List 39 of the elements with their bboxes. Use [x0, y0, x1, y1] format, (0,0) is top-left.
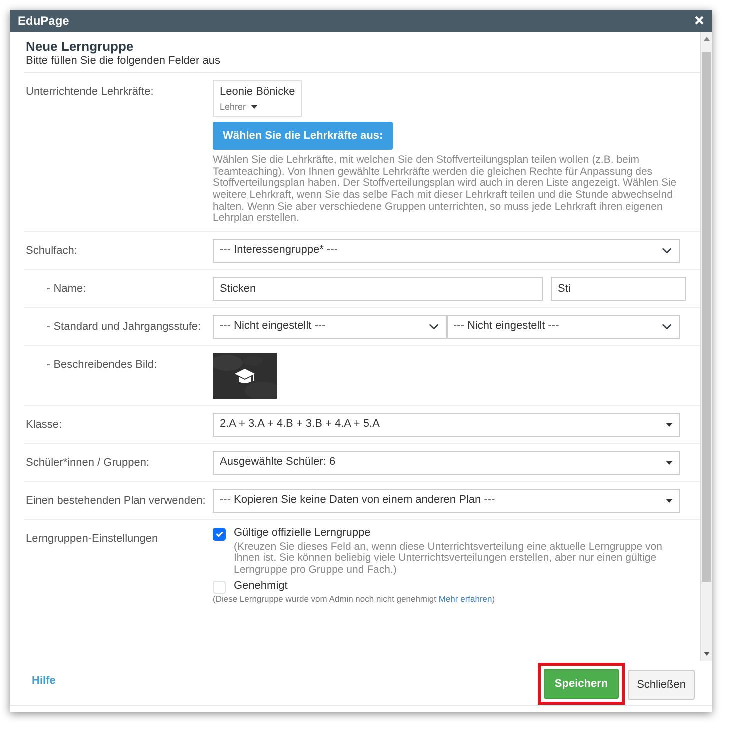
text-field[interactable]: Sti — [551, 276, 686, 301]
field-label: Unterrichtende Lehrkräfte: — [26, 85, 155, 100]
caret-icon — [251, 105, 258, 110]
field-label: Lerngruppen-Einstellungen — [26, 532, 160, 547]
dropdown-field[interactable]: --- Kopieren Sie keine Daten von einem anderen Plan --- — [213, 488, 680, 513]
field-label: - Beschreibendes Bild: — [46, 358, 158, 373]
scrollbar[interactable] — [700, 32, 712, 660]
teacher-name: Leonie Bönicke — [220, 85, 296, 100]
teacher-card[interactable]: Leonie Bönicke Lehrer — [213, 80, 302, 117]
select-field[interactable]: --- Nicht eingestellt --- — [446, 314, 680, 339]
scroll-down-icon[interactable] — [704, 650, 710, 656]
window-title: EduPage — [18, 12, 70, 30]
field-label: Schüler*innen / Gruppen: — [26, 456, 151, 471]
select-field[interactable]: --- Nicht eingestellt --- — [213, 314, 446, 339]
dropdown-field[interactable]: Ausgewählte Schüler: 6 — [213, 450, 680, 475]
field-label: - Name: — [46, 282, 88, 297]
close-icon[interactable] — [695, 16, 704, 26]
scroll-up-icon[interactable] — [704, 36, 710, 42]
learn-more-link[interactable]: Mehr erfahren — [438, 594, 492, 604]
dropdown-field[interactable]: 2.A + 3.A + 4.B + 3.B + 4.A + 5.A — [213, 412, 680, 437]
close-button[interactable]: Schließen — [628, 670, 695, 700]
caret-icon — [666, 460, 673, 465]
role-dropdown[interactable]: Lehrer — [220, 102, 258, 114]
option-label: Genehmigt — [234, 580, 288, 594]
text-field[interactable]: Sticken — [213, 276, 543, 301]
dialog-heading: Neue Lerngruppe — [26, 40, 135, 55]
note-text: (Kreuzen Sie dieses Feld an, wenn diese Unterrichtsverteilung eine aktuelle Lerngruppe von Ihnen ist. Sie können beliebig viele Unterrichtsverteilungen erstellen, aber nur einen gültige Lerngruppe pro Gruppe und Fach.) — [233, 542, 664, 576]
checkbox[interactable] — [213, 528, 226, 541]
field-label: Schulfach: — [26, 244, 78, 259]
field-label: Einen bestehenden Plan verwenden: — [26, 494, 207, 509]
field-label: - Standard und Jahrgangsstufe: — [46, 320, 202, 335]
caret-icon — [666, 422, 673, 427]
help-text: Wählen Sie die Lehrkräfte, mit welchen Sie den Stoffverteilungsplan teilen wollen (z.B. beim Teamteaching). Von Ihnen gewählte Lehrkräfte werden die gleichen Rechte für Anpassung des Stoffverteilungsplan haben. Der Stoffverteilungsplan wird auch in deren Liste angezeigt. Wählen Sie weitere Lehrkraft, wenn Sie das selbe Fach mit dieser Lehrkraft teilen und die Stunde abwechselnd halten. Wenn Sie aber verschiedene Gruppen unterrichten, so muss jede Lehrkraft ihren eigenen Lehrplan erstellen. — [213, 155, 678, 225]
caret-icon — [666, 498, 673, 503]
dialog-subtitle: Bitte füllen Sie die folgenden Felder aus — [26, 54, 222, 68]
field-label: Klasse: — [26, 418, 64, 433]
note-text: (Diese Lerngruppe wurde vom Admin noch nicht genehmigt Mehr erfahren) — [213, 595, 496, 605]
option-label: Gültige offizielle Lerngruppe — [234, 526, 371, 540]
select-field[interactable]: --- Interessengruppe* --- — [213, 238, 680, 263]
